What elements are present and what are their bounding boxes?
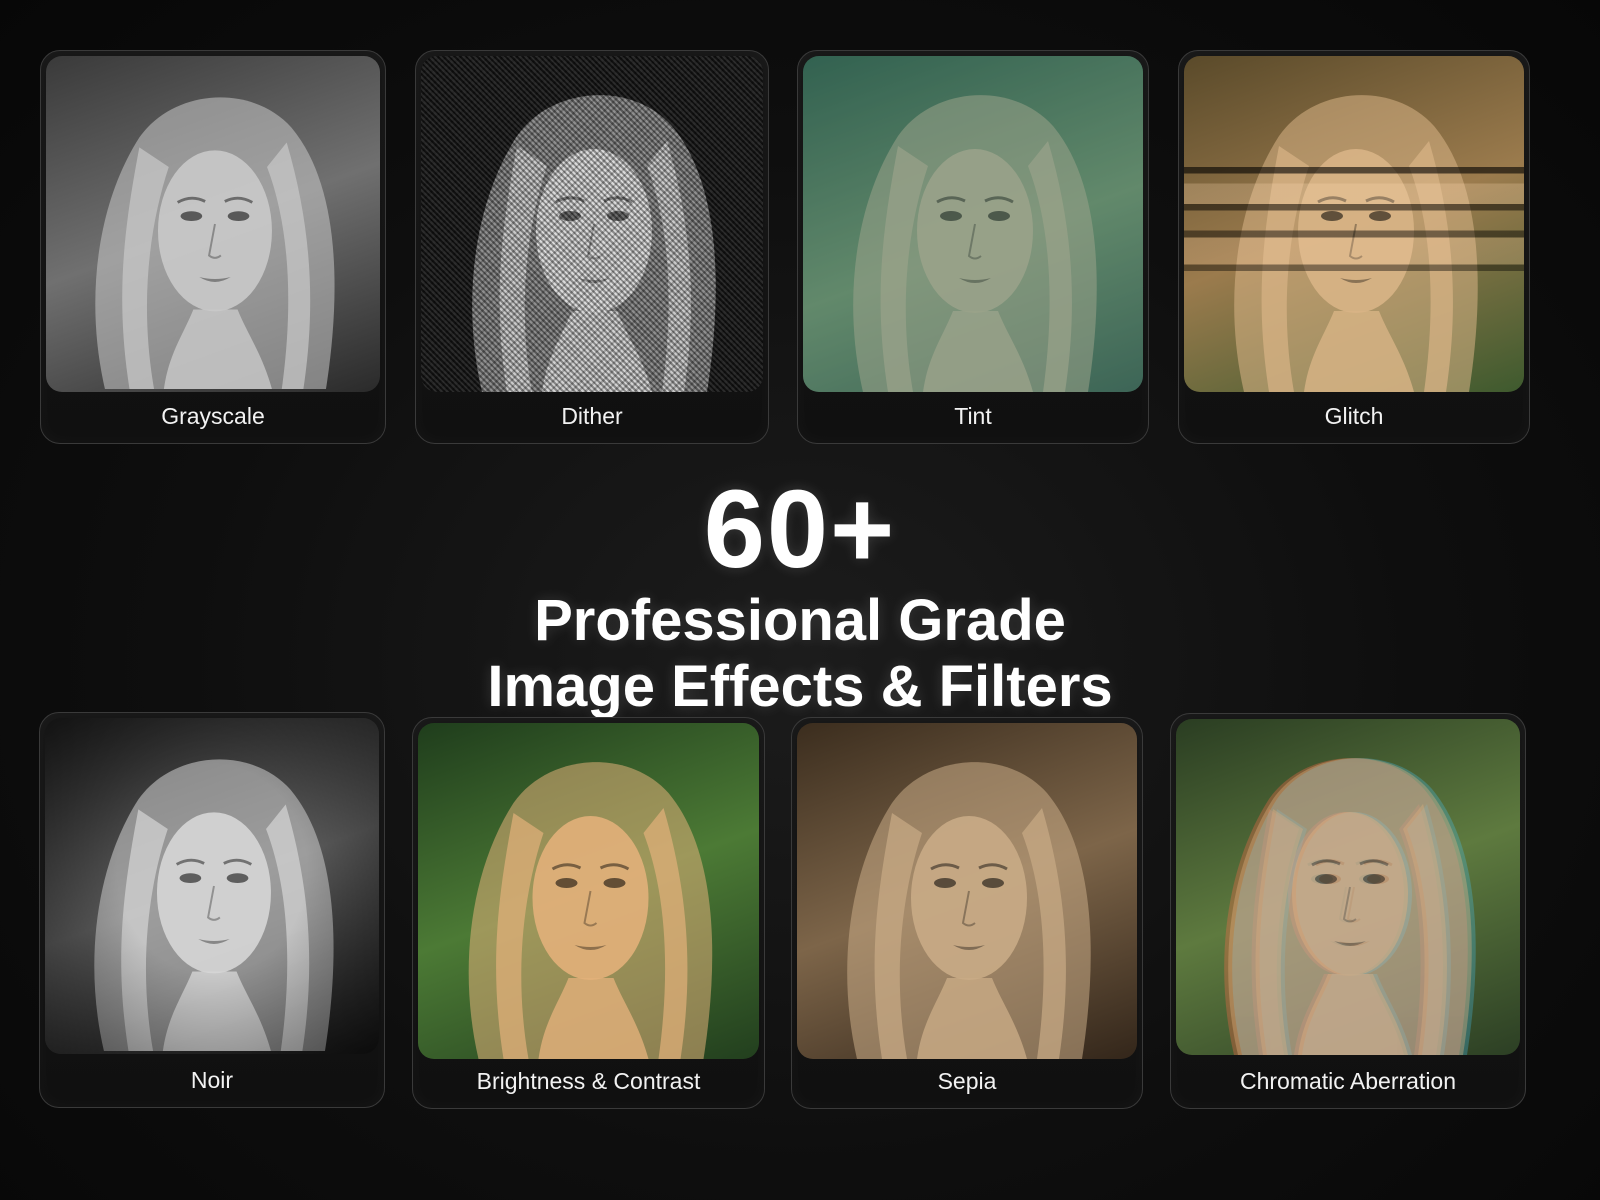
portrait-icon: [418, 723, 759, 1059]
dither-preview-image: [421, 56, 763, 392]
headline-line-1: Professional Grade: [534, 588, 1066, 653]
effect-card-chromatic-aberration[interactable]: Chromatic Aberration: [1170, 713, 1526, 1109]
effect-card-dither[interactable]: Dither: [415, 50, 769, 444]
effect-card-brightness-contrast[interactable]: Brightness & Contrast: [412, 717, 765, 1109]
tint-preview-image: [803, 56, 1143, 392]
effect-card-sepia[interactable]: Sepia: [791, 717, 1143, 1109]
effect-label: Brightness & Contrast: [476, 1068, 701, 1094]
effect-card-tint[interactable]: Tint: [797, 50, 1149, 444]
effects-count-heading: 60+: [703, 468, 897, 591]
effect-label: Glitch: [1324, 403, 1384, 429]
noir-preview-image: [45, 718, 379, 1054]
effect-card-noir[interactable]: Noir: [39, 712, 385, 1108]
glitch-preview-image: [1184, 56, 1524, 392]
brightness-contrast-preview-image: [418, 723, 759, 1059]
sepia-preview-image: [797, 723, 1137, 1059]
effect-label: Tint: [954, 403, 992, 429]
effect-label: Dither: [561, 403, 623, 429]
effect-card-grayscale[interactable]: Grayscale: [40, 50, 386, 444]
effect-card-glitch[interactable]: Glitch: [1178, 50, 1530, 444]
headline-line-2: Image Effects & Filters: [487, 654, 1113, 719]
portrait-icon: [46, 56, 380, 392]
effect-label: Sepia: [937, 1068, 997, 1094]
chromatic-aberration-preview-image: [1176, 719, 1520, 1055]
effect-label: Noir: [190, 1067, 234, 1093]
effect-label: Grayscale: [161, 403, 265, 429]
portrait-icon: [1176, 719, 1520, 1055]
effect-label: Chromatic Aberration: [1239, 1068, 1457, 1094]
portrait-icon: [797, 723, 1137, 1059]
grayscale-preview-image: [46, 56, 380, 392]
